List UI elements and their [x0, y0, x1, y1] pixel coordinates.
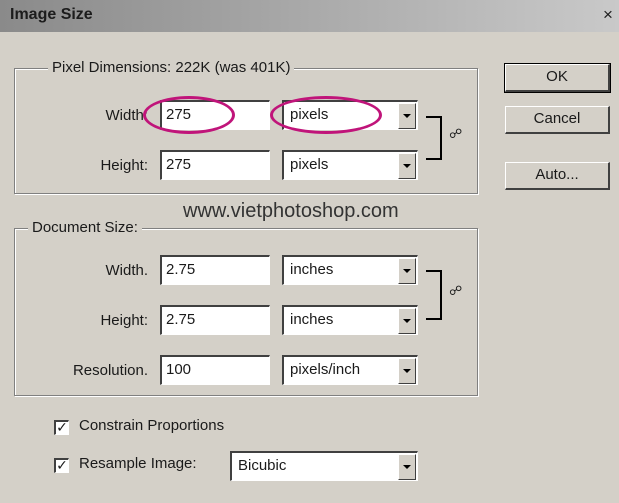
checkmark-icon: ✓: [56, 457, 68, 473]
constrain-proportions-label: Constrain Proportions: [79, 417, 225, 434]
pixel-height-label: Height:: [100, 157, 148, 174]
pixel-dimensions-legend: Pixel Dimensions: 222K (was 401K): [48, 59, 295, 76]
width-highlight-oval: [143, 96, 235, 134]
pixel-height-unit-select[interactable]: pixels: [282, 150, 418, 180]
doc-height-input[interactable]: 2.75: [160, 305, 270, 335]
resolution-unit-select[interactable]: pixels/inch: [282, 355, 418, 385]
chevron-down-icon[interactable]: [398, 153, 416, 179]
doc-height-label: Height:: [100, 312, 148, 329]
dialog-title: Image Size: [10, 6, 93, 23]
chevron-down-icon[interactable]: [398, 258, 416, 284]
resample-image-label: Resample Image:: [79, 455, 197, 472]
resolution-unit-value: pixels/inch: [290, 361, 361, 378]
auto-button[interactable]: Auto...: [505, 162, 610, 190]
chevron-down-icon[interactable]: [398, 454, 416, 480]
chain-link-icon: ☍: [449, 283, 463, 298]
resolution-input[interactable]: 100: [160, 355, 270, 385]
pixel-height-input[interactable]: 275: [160, 150, 270, 180]
resample-image-checkbox[interactable]: ✓: [54, 458, 69, 473]
pixel-constrain-bracket: [426, 116, 442, 160]
doc-constrain-bracket: [426, 270, 442, 320]
chevron-down-icon[interactable]: [398, 358, 416, 384]
chain-link-icon: ☍: [449, 126, 463, 141]
pixel-height-unit-value: pixels: [290, 156, 329, 173]
checkmark-icon: ✓: [56, 419, 68, 435]
chevron-down-icon[interactable]: [398, 308, 416, 334]
resample-method-select[interactable]: Bicubic: [230, 451, 418, 481]
pixel-width-label: Width:: [105, 107, 148, 124]
doc-width-label: Width.: [105, 262, 148, 279]
ok-button[interactable]: OK: [504, 63, 611, 93]
constrain-proportions-checkbox[interactable]: ✓: [54, 420, 69, 435]
document-size-legend: Document Size:: [28, 219, 142, 236]
doc-height-unit-select[interactable]: inches: [282, 305, 418, 335]
resample-method-value: Bicubic: [238, 457, 287, 474]
unit-highlight-oval: [270, 96, 382, 134]
chevron-down-icon[interactable]: [398, 103, 416, 129]
watermark-text: www.vietphotoshop.com: [183, 200, 399, 222]
doc-height-unit-value: inches: [290, 311, 334, 328]
image-size-dialog: Image Size × Pixel Dimensions: 222K (was…: [0, 0, 619, 503]
title-bar: Image Size ×: [0, 0, 619, 32]
doc-width-unit-select[interactable]: inches: [282, 255, 418, 285]
doc-width-unit-value: inches: [290, 261, 334, 278]
cancel-button[interactable]: Cancel: [505, 106, 610, 134]
close-icon[interactable]: ×: [600, 6, 616, 24]
doc-width-input[interactable]: 2.75: [160, 255, 270, 285]
resolution-label: Resolution.: [72, 362, 148, 379]
